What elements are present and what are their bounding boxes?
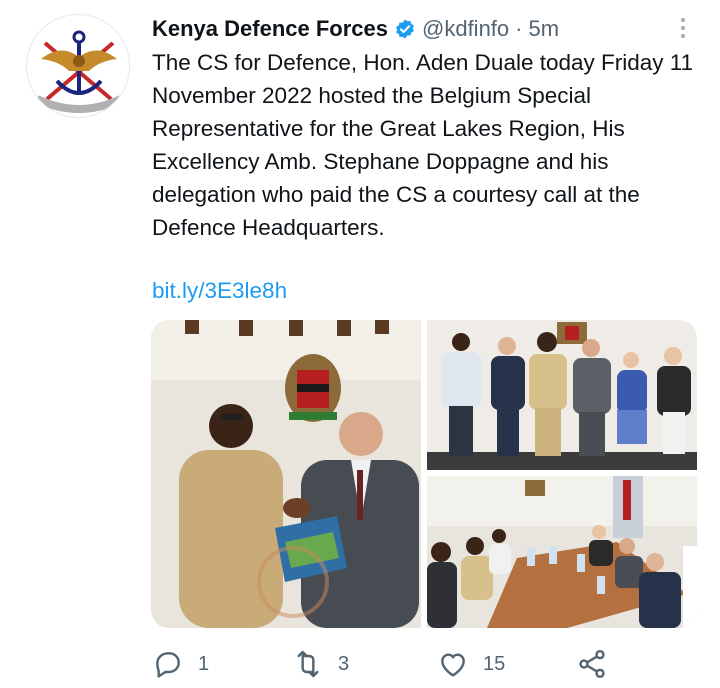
retweet-count: 3: [338, 652, 350, 675]
tweet-header: Kenya Defence Forces @kdfinfo · 5m: [152, 12, 660, 46]
like-icon: [441, 653, 465, 677]
tweet-link[interactable]: bit.ly/3E3le8h: [152, 278, 287, 304]
author-name[interactable]: Kenya Defence Forces: [152, 16, 388, 42]
media-grid: [151, 320, 697, 628]
photo-handshake[interactable]: [151, 320, 421, 628]
tweet-text: The CS for Defence, Hon. Aden Duale toda…: [152, 50, 694, 240]
author-handle[interactable]: @kdfinfo: [422, 16, 509, 42]
tweet-actions: 1 3 15: [152, 644, 712, 684]
verified-badge-icon: [396, 19, 414, 39]
kdf-logo: [27, 15, 129, 117]
reply-count: 1: [198, 652, 210, 675]
share-icon: [579, 650, 605, 678]
retweet-icon: [297, 650, 319, 678]
reply-button[interactable]: 1: [152, 644, 209, 684]
like-count: 15: [483, 652, 506, 675]
photo-group[interactable]: [427, 320, 697, 470]
tweet-timestamp[interactable]: 5m: [528, 16, 559, 42]
share-button[interactable]: [576, 644, 622, 684]
reply-icon: [156, 652, 180, 678]
retweet-button[interactable]: 3: [292, 644, 349, 684]
more-options-icon[interactable]: [676, 14, 690, 44]
avatar[interactable]: [26, 14, 130, 118]
like-button[interactable]: 15: [437, 644, 505, 684]
separator-dot: ·: [515, 16, 523, 41]
photo-meeting[interactable]: [427, 476, 697, 628]
